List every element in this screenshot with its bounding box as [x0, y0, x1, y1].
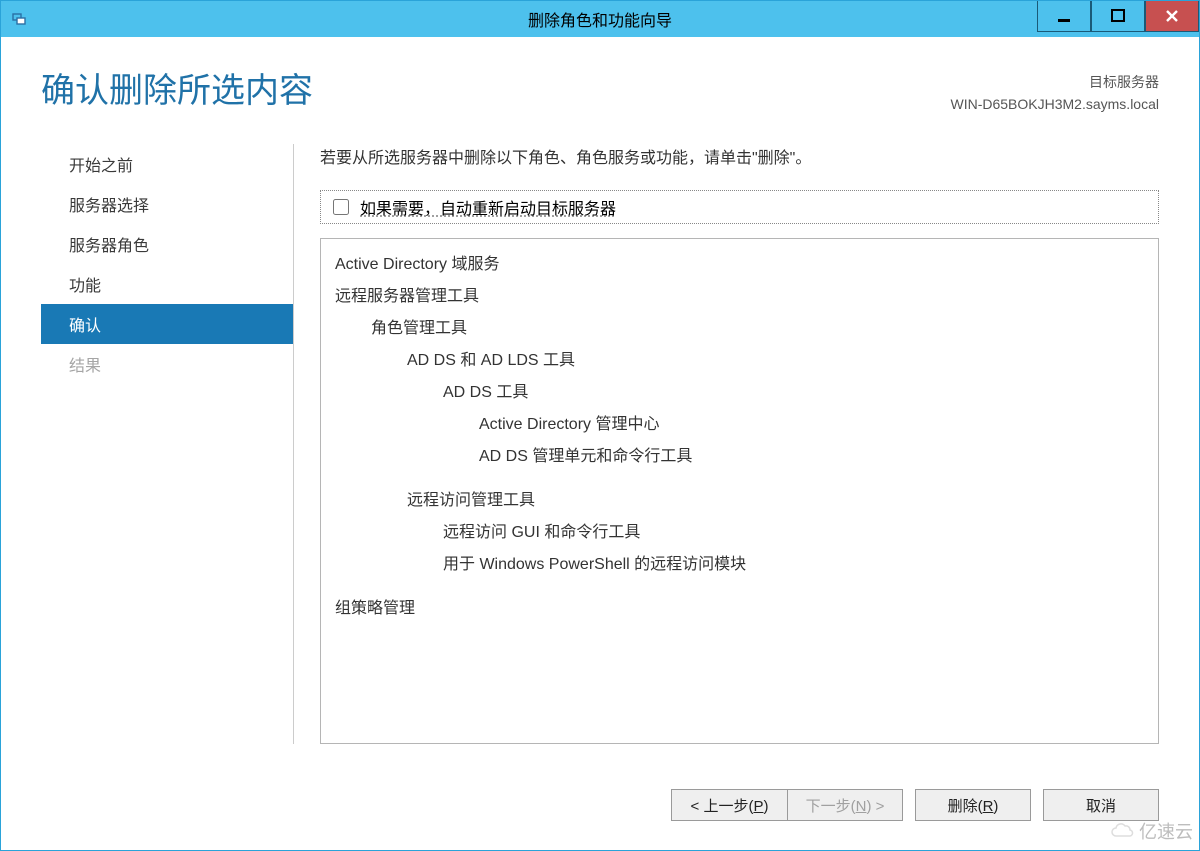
content-pane: 若要从所选服务器中删除以下角色、角色服务或功能，请单击"删除"。 如果需要，自动…: [294, 144, 1159, 744]
close-button[interactable]: [1145, 1, 1199, 32]
list-item: AD DS 工具: [443, 377, 1144, 409]
close-icon: [1165, 9, 1179, 23]
list-item: AD DS 和 AD LDS 工具: [407, 345, 1144, 377]
restart-checkbox-row[interactable]: 如果需要，自动重新启动目标服务器: [320, 190, 1159, 224]
restart-checkbox-label: 如果需要，自动重新启动目标服务器: [360, 195, 616, 219]
list-item: AD DS 管理单元和命令行工具: [479, 441, 1144, 473]
step-server-selection[interactable]: 服务器选择: [41, 184, 293, 224]
previous-button[interactable]: < 上一步(P): [671, 789, 787, 821]
remove-button[interactable]: 删除(R): [915, 789, 1031, 821]
list-item: 远程访问 GUI 和命令行工具: [443, 517, 1144, 549]
target-server-name: WIN-D65BOKJH3M2.sayms.local: [951, 93, 1160, 115]
restart-checkbox[interactable]: [333, 199, 349, 215]
header-row: 确认删除所选内容 目标服务器 WIN-D65BOKJH3M2.sayms.loc…: [41, 71, 1159, 116]
window-title: 删除角色和功能向导: [1, 7, 1199, 31]
step-before-begin[interactable]: 开始之前: [41, 144, 293, 184]
step-features[interactable]: 功能: [41, 264, 293, 304]
wizard-steps-sidebar: 开始之前 服务器选择 服务器角色 功能 确认 结果: [41, 144, 294, 744]
titlebar[interactable]: 删除角色和功能向导: [1, 1, 1199, 37]
step-confirmation[interactable]: 确认: [41, 304, 293, 344]
list-item: 远程访问管理工具: [407, 485, 1144, 517]
list-item: 组策略管理: [335, 593, 1144, 625]
instruction-text: 若要从所选服务器中删除以下角色、角色服务或功能，请单击"删除"。: [320, 144, 1159, 168]
cancel-button[interactable]: 取消: [1043, 789, 1159, 821]
wizard-window: 删除角色和功能向导 确认删除所选内容 目标服务器 WIN-D65BOKJH3M2…: [0, 0, 1200, 851]
step-server-roles[interactable]: 服务器角色: [41, 224, 293, 264]
window-controls: [1037, 1, 1199, 37]
minimize-icon: [1057, 9, 1071, 23]
wizard-body: 确认删除所选内容 目标服务器 WIN-D65BOKJH3M2.sayms.loc…: [1, 37, 1199, 850]
maximize-button[interactable]: [1091, 1, 1145, 32]
target-server-box: 目标服务器 WIN-D65BOKJH3M2.sayms.local: [951, 71, 1160, 116]
list-item: 远程服务器管理工具: [335, 281, 1144, 313]
list-item: 用于 Windows PowerShell 的远程访问模块: [443, 549, 1144, 581]
main-row: 开始之前 服务器选择 服务器角色 功能 确认 结果 若要从所选服务器中删除以下角…: [41, 144, 1159, 744]
step-results: 结果: [41, 344, 293, 384]
list-item: 角色管理工具: [371, 313, 1144, 345]
next-button: 下一步(N) >: [787, 789, 903, 821]
list-item: Active Directory 管理中心: [479, 409, 1144, 441]
removal-items-panel[interactable]: Active Directory 域服务 远程服务器管理工具 角色管理工具 AD…: [320, 238, 1159, 744]
list-item: Active Directory 域服务: [335, 249, 1144, 281]
app-icon: [11, 9, 31, 29]
wizard-footer: < 上一步(P) 下一步(N) > 删除(R) 取消: [41, 780, 1159, 830]
page-heading: 确认删除所选内容: [41, 71, 313, 112]
target-server-label: 目标服务器: [951, 71, 1160, 93]
maximize-icon: [1111, 9, 1125, 23]
minimize-button[interactable]: [1037, 1, 1091, 32]
nav-button-group: < 上一步(P) 下一步(N) >: [671, 789, 903, 821]
